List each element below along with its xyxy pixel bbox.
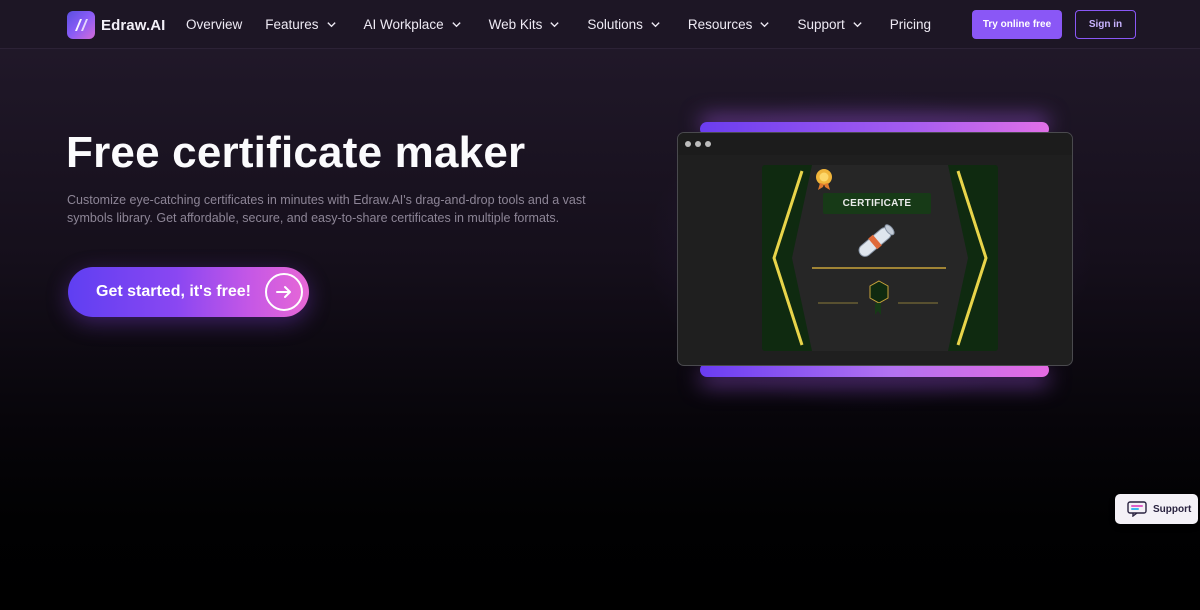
window-dot-icon <box>695 141 701 147</box>
nav-item-label: Solutions <box>587 17 643 32</box>
hero-description: Customize eye-catching certificates in m… <box>67 193 586 225</box>
sign-in-button[interactable]: Sign in <box>1075 10 1136 39</box>
window-titlebar <box>678 133 1072 155</box>
nav-item-overview[interactable]: Overview <box>186 17 242 32</box>
nav-item-label: Pricing <box>889 17 931 32</box>
nav-item-label: Overview <box>186 17 243 32</box>
brand-name: Edraw.AI <box>101 16 166 34</box>
chat-bubble-icon <box>1127 501 1147 517</box>
chevron-down-icon <box>760 22 770 28</box>
chevron-down-icon <box>451 22 461 28</box>
support-chat-button[interactable]: Support <box>1115 494 1198 524</box>
nav-menu: Overview Features AI Workplace Web Kits … <box>186 0 931 49</box>
get-started-button[interactable]: Get started, it's free! <box>68 267 309 317</box>
nav-item-label: Resources <box>687 17 753 32</box>
nav-item-label: Support <box>797 17 845 32</box>
nav-item-label: Features <box>265 17 319 32</box>
window-dot-icon <box>705 141 711 147</box>
page-title: Free certificate maker <box>66 128 526 177</box>
certificate-label: CERTIFICATE <box>842 198 912 209</box>
top-navbar: Edraw.AI Overview Features AI Workplace … <box>0 0 1200 49</box>
nav-item-features[interactable]: Features <box>265 17 336 32</box>
nav-item-label: AI Workplace <box>363 17 444 32</box>
nav-item-label: Web Kits <box>488 17 543 32</box>
support-label: Support <box>1153 503 1192 515</box>
nav-item-ai-workplace[interactable]: AI Workplace <box>364 17 462 32</box>
nav-item-support[interactable]: Support <box>797 17 862 32</box>
nav-item-solutions[interactable]: Solutions <box>587 17 661 32</box>
nav-item-pricing[interactable]: Pricing <box>890 17 931 32</box>
medal-icon <box>816 169 832 190</box>
chevron-down-icon <box>853 22 862 28</box>
diploma-scroll-icon <box>858 224 895 257</box>
certificate-preview-window: CERTIFICATE <box>677 132 1073 366</box>
chevron-down-icon <box>651 22 660 28</box>
try-online-free-button[interactable]: Try online free <box>972 10 1062 39</box>
edraw-logo-icon <box>67 11 95 39</box>
nav-item-web-kits[interactable]: Web Kits <box>489 17 561 32</box>
nav-item-resources[interactable]: Resources <box>688 17 771 32</box>
brand-logo[interactable]: Edraw.AI <box>67 11 165 39</box>
chevron-down-icon <box>326 22 336 28</box>
get-started-label: Get started, it's free! <box>96 283 251 300</box>
arrow-right-icon <box>265 273 303 311</box>
chevron-down-icon <box>550 22 560 28</box>
window-dot-icon <box>685 141 691 147</box>
